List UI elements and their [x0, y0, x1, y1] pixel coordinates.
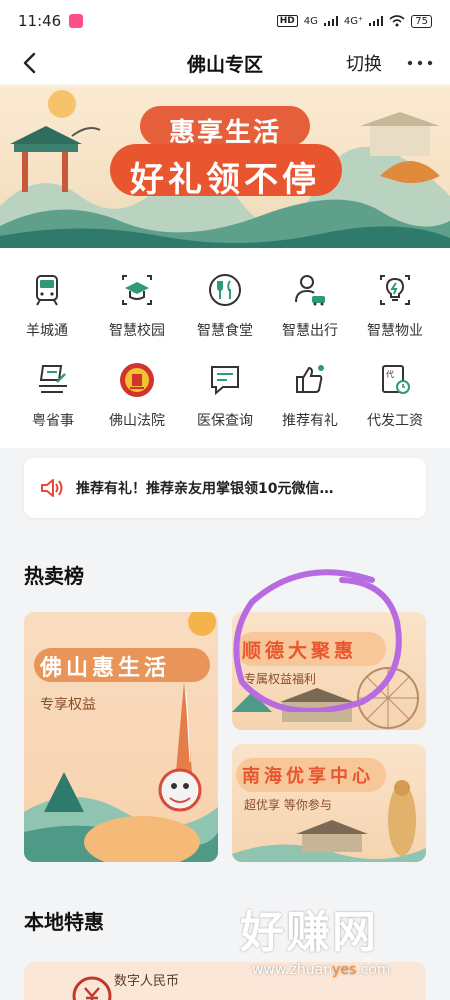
card-nanhai-subtitle: 超优享 等你参与: [244, 798, 332, 812]
promo-banner[interactable]: 惠享生活 好礼领不停: [0, 86, 450, 248]
hd-badge: HD: [276, 15, 298, 27]
court-emblem-icon: [120, 363, 154, 397]
status-time: 11:46: [18, 12, 62, 30]
salary-document-icon: 代: [382, 365, 410, 394]
grid-label: 推荐有礼: [282, 413, 338, 429]
grid-label: 佛山法院: [109, 413, 165, 429]
grid-item-smart-canteen[interactable]: 智慧食堂: [180, 270, 270, 340]
app-notification-icon: [69, 14, 84, 28]
grid-item-foshan-court[interactable]: 佛山法院: [92, 360, 182, 430]
signal-icon: [323, 16, 338, 26]
grid-label: 代发工资: [367, 413, 423, 429]
grid-label: 智慧物业: [367, 323, 423, 339]
nav-bar: 佛山专区 切换: [0, 42, 450, 84]
svg-text:代: 代: [386, 369, 394, 379]
chat-document-icon: [211, 366, 239, 396]
site-watermark: 好赚网 www.zhuanyes.com: [224, 888, 444, 988]
signal-icon-2: [369, 16, 384, 26]
banner-headline: 惠享生活: [168, 118, 281, 148]
card-nanhai[interactable]: 南海优享中心 超优享 等你参与: [232, 744, 426, 862]
page-title: 佛山专区: [186, 53, 263, 76]
grid-label: 智慧出行: [282, 323, 338, 339]
grid-item-referral-gift[interactable]: 推荐有礼: [265, 360, 355, 430]
card-foshan-life-title: 佛山惠生活: [40, 655, 171, 681]
card-foshan-life[interactable]: 佛山惠生活 专享权益: [24, 612, 218, 862]
grid-label: 医保查询: [197, 413, 253, 429]
document-pen-icon: [39, 365, 67, 393]
handdrawn-circle-annotation: [233, 569, 402, 712]
watermark-url-part1: www.zhuan: [252, 962, 333, 978]
grid-item-smart-travel[interactable]: 智慧出行: [265, 270, 355, 340]
local-deals-title: 本地特惠: [24, 910, 104, 934]
more-menu-icon[interactable]: [406, 56, 434, 70]
metro-train-icon: [36, 275, 58, 306]
grid-item-smart-campus[interactable]: 智慧校园: [92, 270, 182, 340]
grid-label: 粤省事: [32, 413, 74, 429]
watermark-url-part2: yes: [332, 962, 357, 978]
watermark-url: www.zhuanyes.com: [252, 962, 391, 978]
grid-item-yangchengtong[interactable]: 羊城通: [2, 270, 92, 340]
thumbs-up-icon: [296, 365, 324, 393]
watermark-logo-text: 好赚网: [240, 907, 378, 958]
lightbulb-icon: [380, 275, 410, 305]
grid-label: 羊城通: [26, 323, 68, 339]
status-icons: HD 4G 4G⁺ 75: [276, 14, 432, 28]
grid-item-salary-payment[interactable]: 代 代发工资: [350, 360, 440, 430]
banner-subheadline: 好礼领不停: [130, 160, 320, 200]
wifi-icon: [389, 15, 405, 27]
grid-label: 智慧校园: [109, 323, 165, 339]
grid-item-yueshengshi[interactable]: 粤省事: [8, 360, 98, 430]
watermark-url-part3: .com: [356, 962, 391, 978]
grid-item-medical-insurance[interactable]: 医保查询: [180, 360, 270, 430]
grid-label: 智慧食堂: [197, 323, 253, 339]
grid-item-smart-property[interactable]: 智慧物业: [350, 270, 440, 340]
network-4g-plus-label: 4G⁺: [343, 15, 364, 27]
battery-icon: 75: [411, 14, 432, 28]
announcement-text: 推荐有礼！推荐亲友用掌银领10元微信…: [76, 481, 334, 497]
switch-city-button[interactable]: 切换: [346, 50, 382, 76]
card-nanhai-title: 南海优享中心: [242, 766, 374, 787]
card-foshan-life-subtitle: 专享权益: [40, 697, 96, 713]
digital-rmb-icon: [72, 976, 112, 1000]
network-4g-label: 4G: [303, 15, 318, 27]
status-bar: 11:46 HD 4G 4G⁺ 75: [0, 0, 450, 42]
fork-knife-icon: [209, 274, 241, 306]
hot-list-title: 热卖榜: [24, 564, 84, 588]
service-grid: 羊城通 智慧校园 智慧食堂 智慧出行 智慧物业 粤省事 佛山法院 医保查询 推荐…: [0, 248, 450, 448]
announcement-bar[interactable]: 推荐有礼！推荐亲友用掌银领10元微信…: [24, 458, 426, 518]
speaker-icon: [41, 479, 63, 497]
person-car-icon: [295, 275, 325, 306]
local-deal-card-text: 数字人民币: [114, 974, 180, 989]
graduation-cap-icon: [122, 275, 152, 305]
